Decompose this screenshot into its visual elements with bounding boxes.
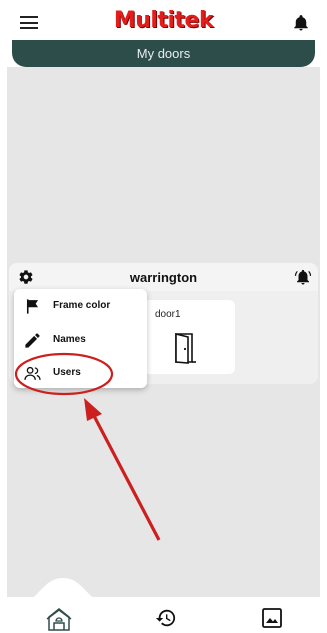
- bottom-navigation: [7, 597, 320, 633]
- menu-item-users[interactable]: Users: [14, 358, 147, 388]
- menu-item-label: Users: [53, 367, 81, 378]
- my-doors-banner: My doors: [12, 40, 315, 67]
- group-settings-menu: Frame color Names Users: [14, 289, 147, 388]
- group-title: warrington: [129, 270, 198, 285]
- menu-item-label: Names: [53, 334, 86, 345]
- door-tile[interactable]: door1: [143, 300, 235, 374]
- users-icon: [24, 366, 41, 380]
- pencil-icon: [25, 333, 40, 348]
- door-icon: [175, 332, 196, 364]
- history-icon[interactable]: [155, 607, 177, 629]
- app-logo: Multitek: [113, 8, 214, 33]
- home-icon[interactable]: [46, 607, 72, 631]
- alarm-icon[interactable]: [294, 268, 312, 286]
- menu-item-frame-color[interactable]: Frame color: [14, 291, 147, 321]
- menu-item-names[interactable]: Names: [14, 325, 147, 355]
- group-header: warrington: [9, 263, 318, 291]
- flag-icon: [26, 299, 39, 314]
- bell-icon[interactable]: [292, 13, 310, 33]
- gallery-icon[interactable]: [262, 608, 282, 628]
- app-screen: Multitek My doors warrington door1 Frame…: [7, 0, 320, 633]
- door-name: door1: [155, 309, 181, 320]
- menu-item-label: Frame color: [53, 300, 111, 311]
- top-bar: Multitek: [7, 0, 320, 44]
